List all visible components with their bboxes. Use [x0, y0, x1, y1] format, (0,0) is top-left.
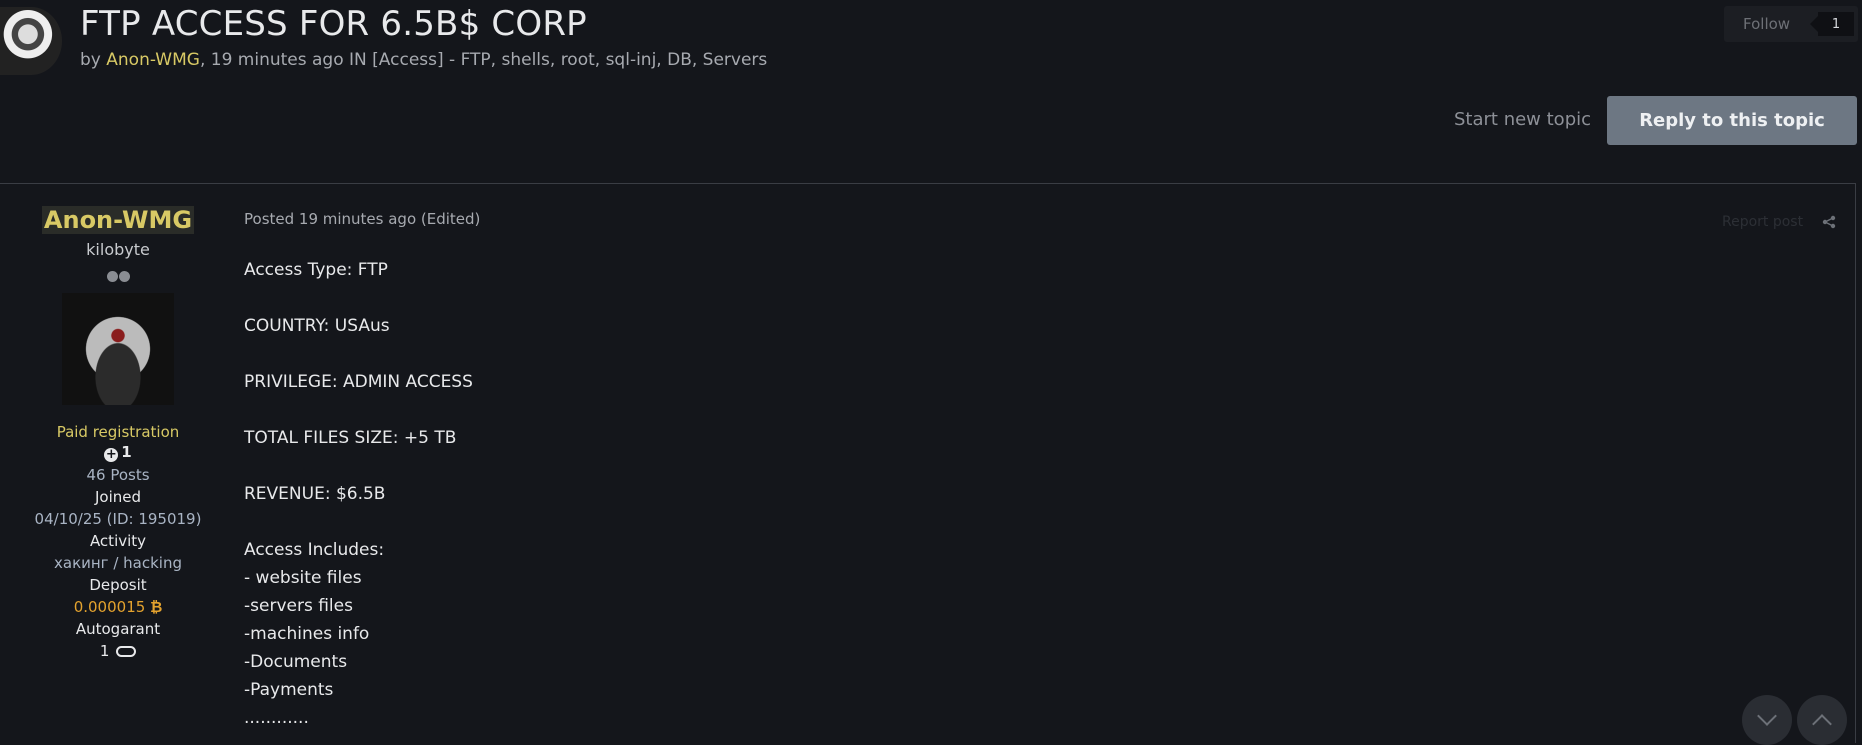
post-meta: Posted 19 minutes ago (Edited) [244, 210, 481, 228]
follow-label: Follow [1743, 15, 1791, 33]
start-new-topic-button[interactable]: Start new topic [1454, 109, 1591, 130]
post-body-line: COUNTRY: USAus [244, 316, 390, 336]
post-body-gap [244, 508, 473, 536]
rank-pip-2 [118, 271, 130, 282]
rank-pips [0, 267, 236, 282]
plus-icon: + [104, 447, 119, 462]
topic-header: FTP ACCESS FOR 6.5B$ CORP by Anon-WMG, 1… [0, 0, 1862, 180]
byline: by Anon-WMG, 19 minutes ago IN [Access] … [80, 50, 767, 70]
chevron-down-icon [1757, 706, 1777, 726]
reply-button[interactable]: Reply to this topic [1607, 96, 1857, 145]
follow-count: 1 [1810, 12, 1854, 36]
autogarant: 1 [0, 642, 236, 660]
author-photo[interactable] [62, 293, 174, 405]
bitcoin-icon: ₿ [150, 598, 163, 616]
post-body-line: REVENUE: $6.5B [244, 484, 386, 504]
scroll-down-button[interactable] [1742, 695, 1792, 745]
post-body-line: TOTAL FILES SIZE: +5 TB [244, 428, 457, 448]
post-body-line: -machines info [244, 624, 370, 644]
post-body-line: Access Type: FTP [244, 260, 388, 280]
post-body-gap [244, 452, 473, 480]
activity-value: хакинг / hacking [54, 554, 182, 572]
report-post-link[interactable]: Report post [1722, 214, 1803, 230]
post-body-line: -servers files [244, 596, 353, 616]
post-body-gap [244, 340, 473, 368]
author-avatar[interactable] [0, 7, 62, 75]
post-body-line: Access Includes: [244, 540, 385, 560]
byline-prefix: by [80, 50, 107, 70]
topic-title: FTP ACCESS FOR 6.5B$ CORP [80, 4, 587, 44]
post-body: Access Type: FTP COUNTRY: USAus PRIVILEGE:… [244, 256, 473, 732]
post-body-gap [244, 284, 473, 312]
reputation-value: 1 [121, 443, 132, 461]
reputation: +1 [0, 443, 236, 462]
post-body-line: - website files [244, 568, 362, 588]
post-body-line: PRIVILEGE: ADMIN ACCESS [244, 372, 473, 392]
author-link[interactable]: Anon-WMG [106, 50, 200, 70]
post-body-line: -Payments [244, 680, 334, 700]
post: Anon-WMG kilobyte Paid registration +1 4… [0, 183, 1856, 743]
follow-button[interactable]: Follow 1 [1724, 6, 1858, 42]
handshake-icon [116, 646, 137, 657]
scroll-up-button[interactable] [1797, 695, 1847, 745]
byline-suffix: , 19 minutes ago IN [Access] - FTP, shel… [199, 50, 768, 70]
activity-label: Activity [89, 532, 147, 550]
rank-pip-1 [106, 271, 118, 282]
author-panel: Anon-WMG kilobyte Paid registration +1 4… [0, 184, 236, 732]
author-group: Paid registration [56, 423, 180, 441]
post-body-line: -Documents [244, 652, 348, 672]
share-icon[interactable] [1822, 215, 1836, 229]
joined-label: Joined [94, 488, 142, 506]
posts-count[interactable]: 46 Posts [0, 466, 236, 484]
autogarant-label: Autogarant [75, 620, 161, 638]
autogarant-value: 1 [99, 642, 110, 660]
post-body-line: ............ [244, 708, 309, 728]
post-body-gap [244, 396, 473, 424]
author-rank: kilobyte [86, 240, 150, 259]
deposit-value: 0.000015 [73, 598, 146, 616]
joined-value: 04/10/25 (ID: 195019) [34, 510, 202, 528]
post-author-name[interactable]: Anon-WMG [41, 206, 195, 234]
deposit: 0.000015 ₿ [0, 598, 236, 616]
deposit-label: Deposit [89, 576, 147, 594]
